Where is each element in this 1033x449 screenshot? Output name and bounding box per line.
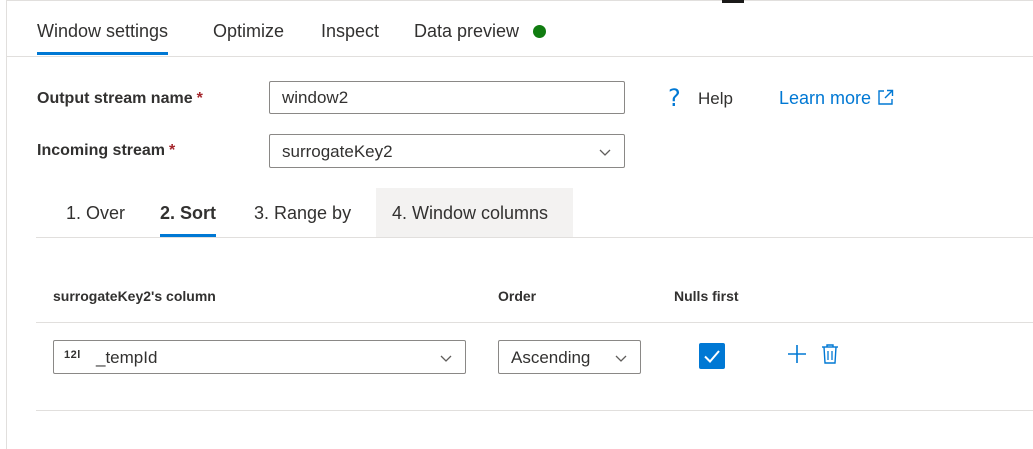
incoming-stream-label-text: Incoming stream — [37, 142, 166, 159]
window-edge-marker — [722, 0, 744, 3]
chevron-down-icon — [599, 149, 611, 156]
sort-column-value: _tempId — [96, 348, 158, 367]
column-header-order: Order — [498, 288, 537, 304]
question-icon: ? — [668, 84, 681, 112]
tab-sort[interactable]: 2. Sort — [160, 203, 217, 237]
tab-window-settings[interactable]: Window settings — [37, 21, 169, 55]
integer-type-icon: 12l — [64, 349, 81, 361]
help-label: Help — [698, 89, 733, 108]
sort-sub-tab-bar: 1. Over 2. Sort 3. Range by 4. Window co… — [36, 188, 1033, 238]
output-stream-name-label-text: Output stream name — [37, 90, 193, 107]
column-header-source-column: surrogateKey2's column — [53, 288, 216, 304]
required-marker: * — [196, 90, 203, 107]
tab-range-by[interactable]: 3. Range by — [254, 203, 351, 224]
row-divider — [36, 410, 1033, 411]
output-stream-name-input[interactable] — [269, 81, 625, 114]
tab-optimize[interactable]: Optimize — [213, 21, 284, 42]
add-sort-button[interactable] — [786, 343, 808, 370]
required-marker: * — [169, 142, 176, 159]
nulls-first-checkbox[interactable] — [699, 343, 725, 369]
tab-data-preview-label: Data preview — [414, 21, 520, 41]
tab-window-columns[interactable]: 4. Window columns — [376, 188, 573, 237]
tab-inspect[interactable]: Inspect — [321, 21, 379, 42]
incoming-stream-value: surrogateKey2 — [282, 142, 393, 161]
output-stream-name-label: Output stream name * — [37, 90, 203, 108]
sort-order-value: Ascending — [511, 348, 591, 367]
column-header-nulls-first: Nulls first — [674, 288, 739, 304]
status-dot-icon — [533, 25, 547, 38]
chevron-down-icon — [440, 355, 452, 362]
main-tab-bar: Window settings Optimize Inspect Data pr… — [7, 1, 1033, 57]
chevron-down-icon — [615, 355, 627, 362]
incoming-stream-dropdown[interactable]: surrogateKey2 — [269, 134, 625, 168]
checkmark-icon — [704, 350, 720, 363]
learn-more-label: Learn more — [779, 88, 872, 108]
tab-over[interactable]: 1. Over — [66, 203, 125, 224]
plus-icon — [788, 345, 806, 363]
sort-column-dropdown[interactable]: 12l _tempId — [53, 340, 466, 374]
delete-sort-button[interactable] — [820, 343, 840, 370]
trash-icon — [822, 344, 838, 364]
tab-data-preview[interactable]: Data preview — [414, 21, 547, 42]
learn-more-link[interactable]: Learn more — [779, 88, 894, 109]
sort-order-dropdown[interactable]: Ascending — [498, 340, 641, 374]
incoming-stream-label: Incoming stream * — [37, 142, 175, 160]
external-link-icon — [878, 89, 894, 105]
header-divider — [36, 322, 1033, 323]
